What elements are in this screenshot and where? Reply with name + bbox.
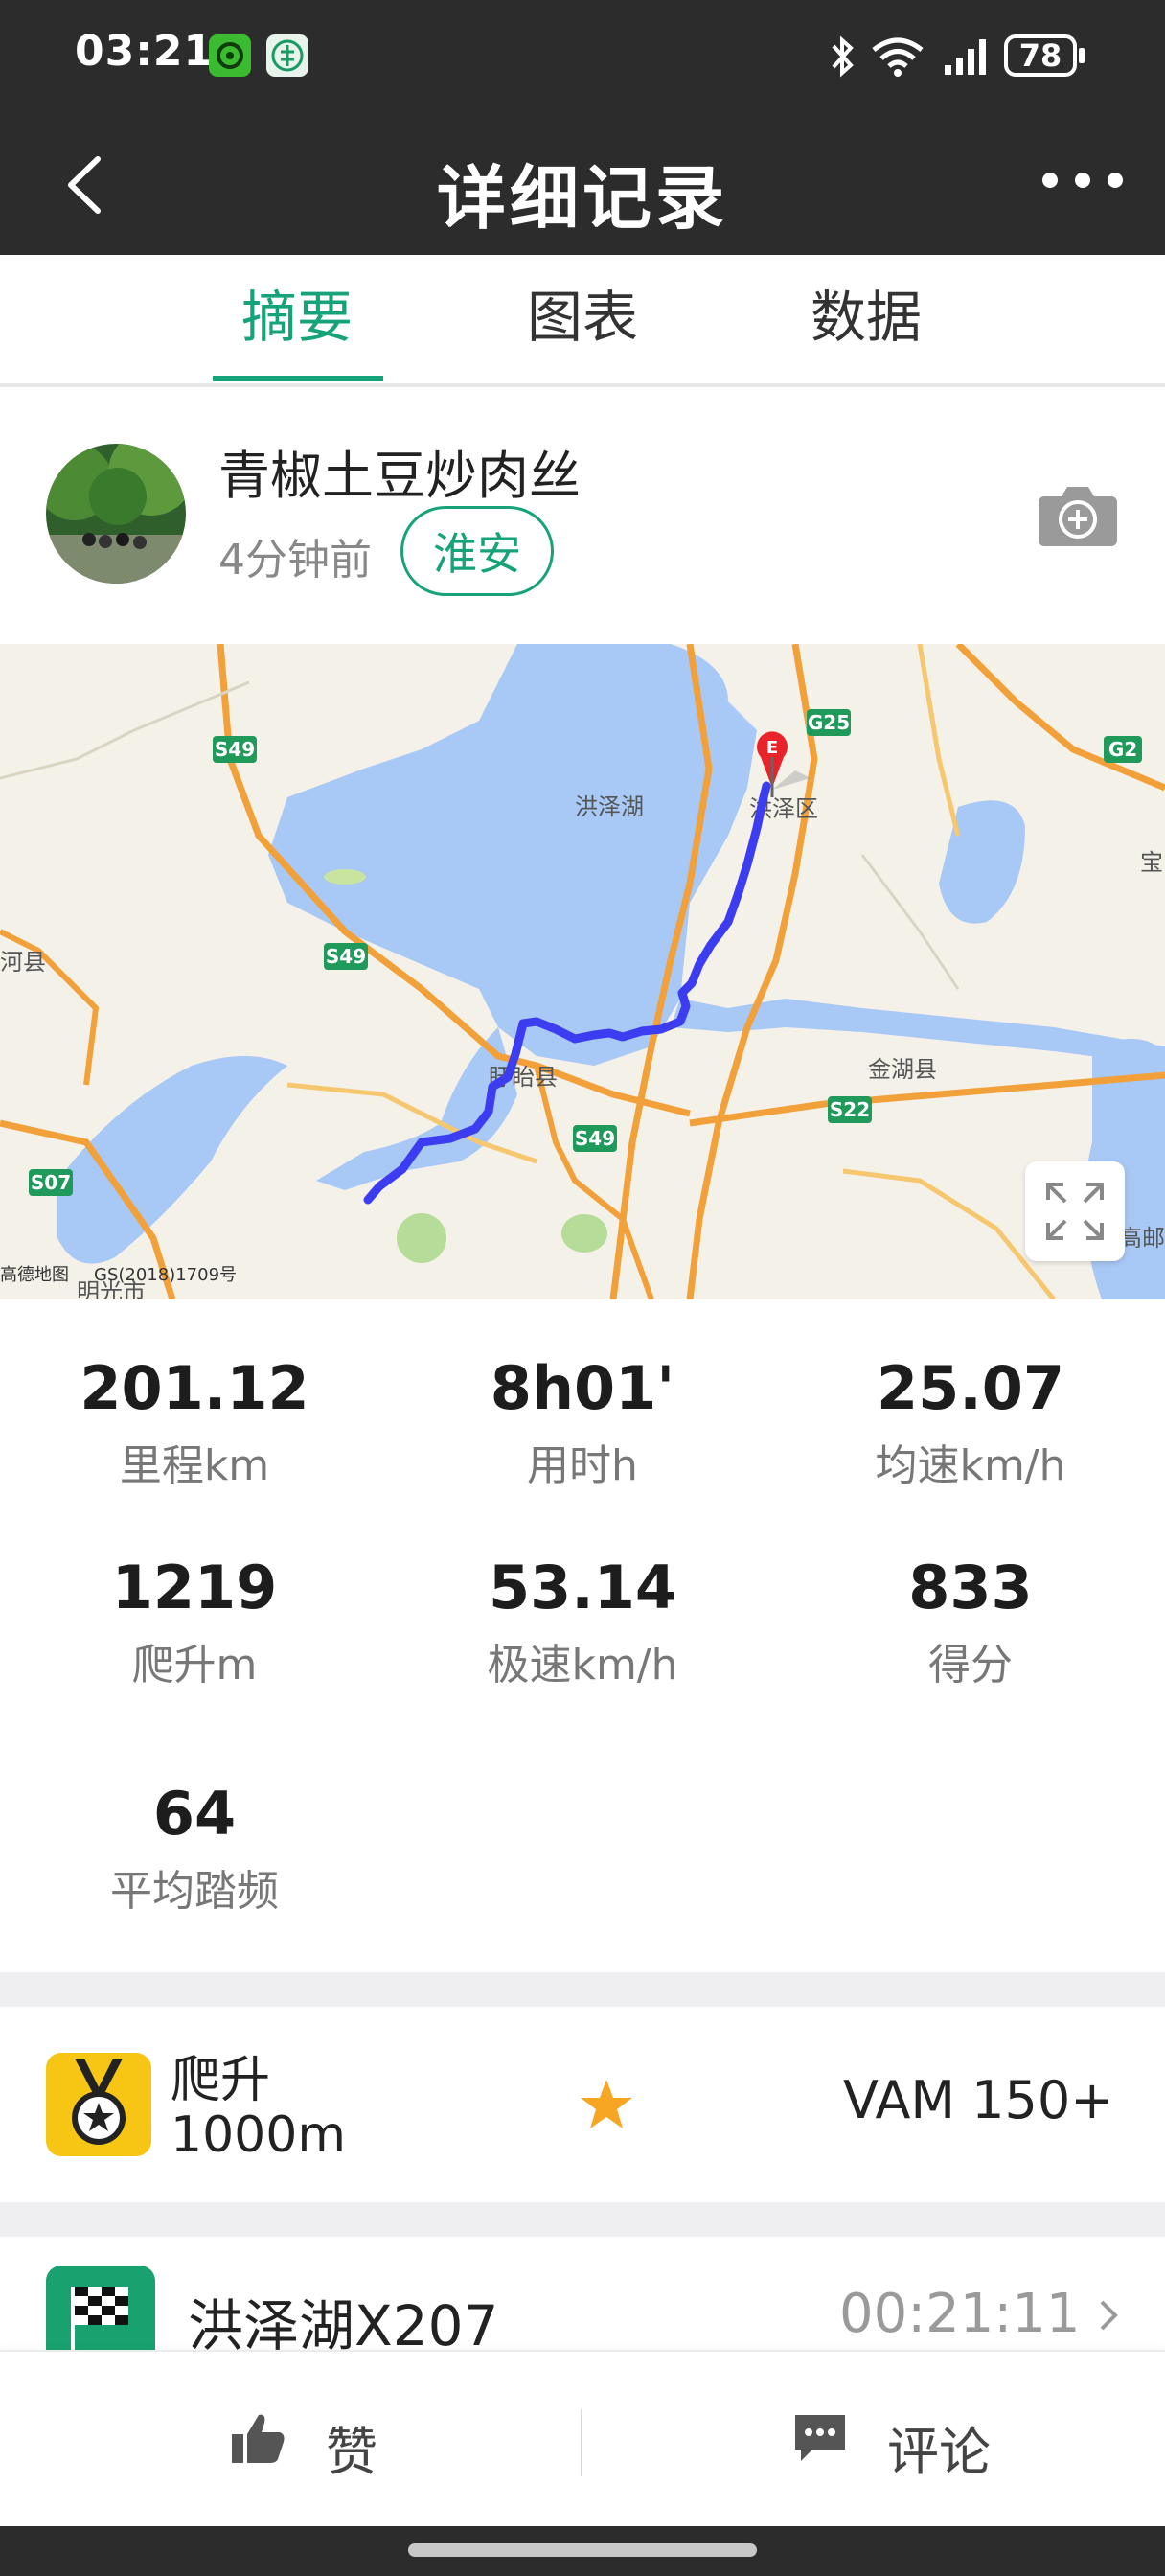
stat-label: 用时h (527, 1441, 638, 1490)
stat-label: 平均踏频 (110, 1867, 279, 1916)
stat-value: 8h01' (490, 1353, 675, 1423)
back-arrow-icon[interactable] (54, 151, 121, 218)
map-copyright: GS(2018)1709号 (94, 1265, 237, 1285)
stat-value: 25.07 (876, 1353, 1065, 1423)
camera-add-icon[interactable] (1037, 479, 1119, 548)
status-bar: 03:21 78 (0, 0, 1165, 113)
medal-icon (46, 2053, 151, 2156)
stat-avg-speed: 25.07 均速km/h (776, 1353, 1165, 1492)
svg-text:E: E (766, 738, 778, 758)
map-provider: 高德地图 (0, 1265, 69, 1285)
system-nav-bar (0, 2526, 1165, 2576)
signal-icon (945, 39, 986, 75)
comment-label: 评论 (887, 2422, 991, 2482)
stat-value: 53.14 (488, 1552, 677, 1622)
map-label-lake: 洪泽湖 (575, 794, 644, 820)
stat-score: 833 得分 (776, 1552, 1165, 1691)
achievement-vam: VAM 150+ (843, 2070, 1114, 2130)
tab-bar: 摘要 图表 数据 (0, 255, 1165, 387)
star-icon (581, 2080, 632, 2128)
map-label-right-bottom: 高邮 (1119, 1225, 1165, 1252)
route-map[interactable]: S49 S49 S49 G25 G2 S22 S07 洪泽湖 洪泽区 盱眙县 金… (0, 644, 1165, 1300)
wifi-icon (872, 37, 924, 77)
section-divider (0, 2202, 1165, 2237)
tab-charts[interactable]: 图表 (487, 255, 678, 380)
status-time: 03:21 (75, 27, 215, 76)
chevron-right-icon (1100, 2300, 1118, 2331)
stat-distance: 201.12 里程km (0, 1353, 389, 1492)
map-road-label-1: S49 (215, 738, 255, 761)
time-ago: 4分钟前 (218, 536, 372, 585)
map-road-label-2: S49 (326, 945, 366, 968)
stat-label: 得分 (928, 1641, 1013, 1690)
stat-label: 极速km/h (487, 1641, 678, 1690)
segment-time: 00:21:11 (839, 2283, 1081, 2345)
more-dots-icon[interactable] (1035, 161, 1131, 199)
stat-value: 1219 (111, 1552, 278, 1622)
map-road-label-7: S07 (31, 1171, 71, 1194)
avatar[interactable] (46, 444, 186, 584)
bottom-action-bar: 赞 评论 (0, 2350, 1165, 2528)
thumbs-up-icon (232, 2414, 285, 2463)
city-badge: 淮安 (400, 506, 554, 596)
stat-value: 833 (908, 1552, 1033, 1622)
map-road-label-6: S22 (830, 1098, 870, 1121)
map-expand-button[interactable] (1025, 1162, 1125, 1261)
section-divider (0, 1972, 1165, 2007)
checkered-flag-icon (46, 2266, 155, 2361)
stat-duration: 8h01' 用时h (388, 1353, 777, 1492)
like-button[interactable]: 赞 (220, 2398, 431, 2484)
action-divider (581, 2409, 582, 2476)
map-road-label-3: S49 (575, 1127, 615, 1150)
app-green-icon (209, 34, 251, 77)
map-label-right: 宝 (1140, 849, 1163, 876)
comment-icon (795, 2415, 845, 2461)
user-name[interactable]: 青椒土豆炒肉丝 (218, 433, 581, 509)
stat-label: 均速km/h (875, 1441, 1066, 1490)
page-title: 详细记录 (436, 158, 728, 239)
achievement-title: 爬升 (171, 2052, 271, 2109)
map-label-left-county: 河县 (0, 949, 46, 976)
like-label: 赞 (326, 2422, 377, 2482)
bluetooth-icon (832, 35, 854, 78)
map-label-county2: 金湖县 (868, 1056, 937, 1083)
battery-tip (1079, 48, 1085, 63)
stat-value: 64 (152, 1779, 237, 1849)
stat-climb: 1219 爬升m (0, 1552, 389, 1691)
map-road-label-5: G2 (1108, 738, 1137, 761)
home-indicator[interactable] (408, 2543, 757, 2557)
map-road-label-4: G25 (808, 711, 850, 734)
tab-active-indicator (213, 376, 383, 381)
stat-max-speed: 53.14 极速km/h (388, 1552, 777, 1691)
tab-summary[interactable]: 摘要 (201, 255, 393, 380)
tab-data[interactable]: 数据 (770, 255, 962, 380)
title-bar: 详细记录 (0, 113, 1165, 255)
battery-icon: 78 (1004, 34, 1077, 77)
stat-value: 201.12 (80, 1353, 309, 1423)
comment-button[interactable]: 评论 (786, 2398, 1016, 2484)
stat-cadence: 64 平均踏频 (0, 1779, 389, 1918)
stat-label: 爬升m (131, 1641, 258, 1690)
stat-label: 里程km (119, 1441, 270, 1490)
expand-icon (1046, 1183, 1104, 1240)
achievement-subtitle: 1000m (171, 2106, 346, 2164)
app-bank-icon (266, 34, 308, 77)
